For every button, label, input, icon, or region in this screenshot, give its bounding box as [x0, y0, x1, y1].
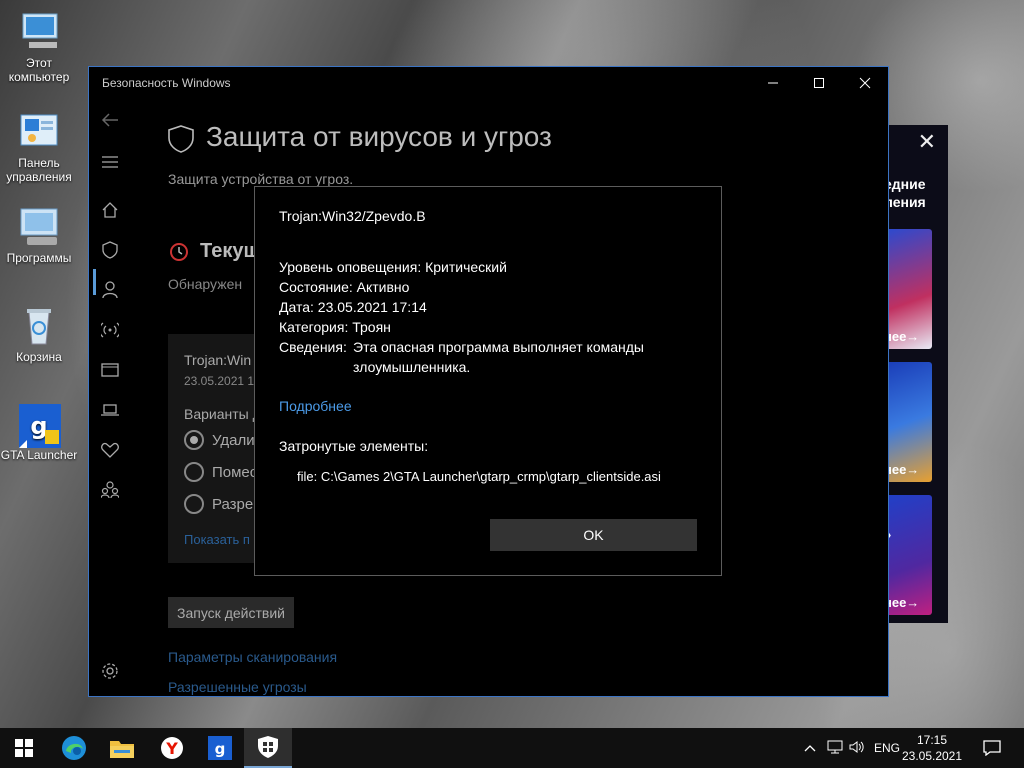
shield-icon[interactable] [100, 240, 120, 260]
ad-more-link[interactable]: нее→ [884, 329, 919, 344]
network-icon[interactable] [824, 740, 846, 757]
edge-browser-icon [62, 736, 86, 760]
gta-launcher-icon: g [208, 736, 232, 760]
gta-launcher-icon: g [17, 404, 63, 448]
desktop-icon-control-panel[interactable]: Панель управления [0, 112, 78, 184]
radio-remove[interactable] [184, 430, 204, 450]
desktop-icon-label: Программы [6, 251, 72, 265]
ad-heading-line: едние [884, 176, 926, 192]
affected-items-label: Затронутые элементы: [279, 438, 429, 454]
threat-name: Trojan:Win [184, 352, 252, 368]
desktop-icon-programs[interactable]: Программы [0, 207, 78, 265]
threat-date: Дата: 23.05.2021 17:14 [279, 299, 427, 315]
recycle-bin-icon [17, 306, 61, 346]
taskbar-file-explorer[interactable] [98, 728, 146, 768]
desktop-icon-label: Этот компьютер [8, 56, 70, 84]
threat-date: 23.05.2021 1 [184, 374, 255, 388]
minimize-button[interactable] [750, 67, 796, 98]
page-shield-icon [168, 125, 194, 158]
affected-file-path: file: C:\Games 2\GTA Launcher\gtarp_crmp… [297, 469, 661, 484]
app-browser-icon[interactable] [100, 360, 120, 380]
taskbar-clock[interactable]: 17:15 23.05.2021 [900, 732, 964, 764]
heart-health-icon[interactable] [100, 440, 120, 460]
actions-options-title: Варианты д [184, 406, 261, 422]
radio-allow[interactable] [184, 494, 204, 514]
wireless-icon[interactable] [100, 320, 120, 340]
back-arrow-icon[interactable] [100, 110, 120, 130]
taskbar-yandex-browser[interactable]: Y [148, 728, 196, 768]
clock-date: 23.05.2021 [901, 749, 963, 763]
hamburger-menu-icon[interactable] [100, 152, 120, 172]
minimize-icon [768, 82, 778, 83]
system-tray: ENG [800, 728, 900, 768]
close-icon [859, 77, 871, 88]
more-info-link[interactable]: Подробнее [279, 398, 352, 414]
programs-icon [17, 207, 61, 247]
title-bar: Безопасность Windows [89, 67, 888, 98]
start-button[interactable] [0, 728, 48, 768]
allowed-threats-link[interactable]: Разрешенные угрозы [168, 679, 307, 695]
details-text-line: злоумышленника. [353, 359, 471, 375]
show-details-link[interactable]: Показать п [184, 532, 250, 547]
taskbar-gta-launcher[interactable]: g [196, 728, 244, 768]
sidebar-active-indicator [93, 269, 96, 295]
folder-icon [110, 741, 134, 758]
svg-text:Y: Y [165, 739, 178, 758]
windows-security-shield-icon [258, 736, 278, 758]
scan-options-link[interactable]: Параметры сканирования [168, 649, 337, 665]
threat-details-dialog: Trojan:Win32/Zpevdo.B Уровень оповещения… [254, 186, 722, 576]
person-icon[interactable] [100, 280, 120, 300]
home-icon[interactable] [100, 200, 120, 220]
desktop-icon-label: Панель управления [6, 156, 72, 184]
dialog-threat-title: Trojan:Win32/Zpevdo.B [279, 208, 426, 224]
window-title: Безопасность Windows [102, 76, 231, 90]
maximize-button[interactable] [796, 67, 842, 98]
page-title: Защита от вирусов и угроз [206, 121, 552, 152]
ad-close-button[interactable]: ✕ [918, 129, 936, 155]
section-subtitle: Обнаружен [168, 276, 243, 292]
desktop-icon-this-pc[interactable]: Этот компьютер [0, 12, 78, 84]
clock-time: 17:15 [916, 733, 948, 747]
ad-heading-line: ления [884, 194, 926, 210]
svg-text:g: g [215, 740, 226, 758]
ad-more-link[interactable]: нее→ [884, 462, 919, 477]
start-actions-button[interactable]: Запуск действий [168, 597, 294, 628]
yandex-browser-icon: Y [161, 737, 183, 759]
device-laptop-icon[interactable] [100, 400, 120, 420]
show-hidden-icons-chevron-icon[interactable] [800, 741, 820, 755]
desktop-icon-gta-launcher[interactable]: g GTA Launcher [0, 404, 78, 462]
alert-level: Уровень оповещения: Критический [279, 259, 507, 275]
maximize-icon [814, 77, 824, 88]
language-indicator[interactable]: ENG [874, 741, 900, 755]
details-label: Сведения: [279, 339, 347, 355]
ad-more-link[interactable]: нее→ [884, 595, 919, 610]
history-icon [168, 241, 190, 268]
details-text-line: Эта опасная программа выполняет команды [353, 339, 644, 355]
close-button[interactable] [842, 67, 888, 98]
threat-category: Категория: Троян [279, 319, 391, 335]
settings-gear-icon[interactable] [100, 661, 120, 681]
section-title: Текущ [200, 240, 261, 262]
action-center-button[interactable] [972, 728, 1012, 768]
ok-button[interactable]: OK [490, 519, 697, 551]
control-panel-icon [17, 112, 61, 152]
desktop-icon-label: GTA Launcher [0, 448, 78, 462]
windows-logo-icon [15, 739, 33, 757]
radio-quarantine[interactable] [184, 462, 204, 482]
taskbar-edge[interactable] [50, 728, 98, 768]
taskbar-windows-security[interactable] [244, 728, 292, 768]
sidebar [89, 98, 131, 696]
ad-heading: едние ления [884, 175, 926, 211]
radio-quarantine-label: Помес [212, 464, 258, 481]
page-subtitle: Защита устройства от угроз. [168, 171, 354, 187]
taskbar: Y g ENG 17:15 23.05.2021 [0, 728, 1024, 768]
desktop-icon-recycle-bin[interactable]: Корзина [0, 306, 78, 364]
threat-status: Состояние: Активно [279, 279, 410, 295]
family-icon[interactable] [100, 480, 120, 500]
notification-icon [983, 740, 1001, 756]
computer-icon [17, 12, 61, 52]
desktop-icon-label: Корзина [16, 350, 62, 364]
volume-icon[interactable] [846, 740, 868, 757]
